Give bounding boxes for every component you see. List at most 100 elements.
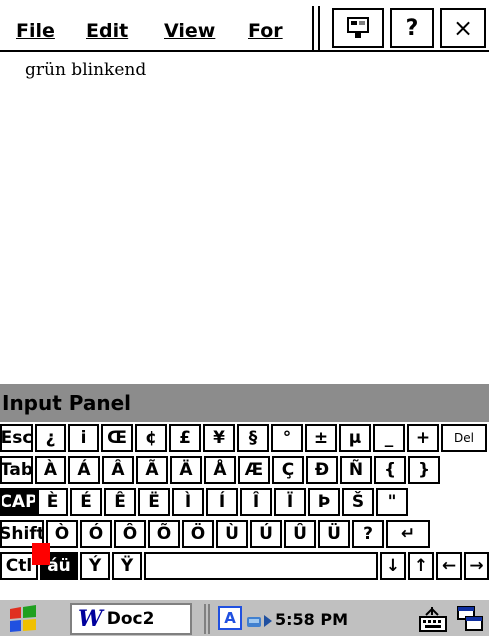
toolbar-button[interactable]	[332, 8, 384, 48]
start-button[interactable]	[6, 604, 58, 634]
key-row3-1[interactable]: È	[37, 488, 68, 516]
menu-bar: File Edit View For ? ×	[0, 0, 489, 52]
key-row4-4[interactable]: Õ	[148, 520, 180, 548]
key-row1-13[interactable]: Del	[441, 424, 487, 452]
windows-flag-icon	[10, 605, 36, 632]
key-row3-7[interactable]: Î	[240, 488, 272, 516]
key-row1-4[interactable]: ¢	[135, 424, 167, 452]
key-row5-6[interactable]: ↑	[408, 552, 434, 580]
input-indicator-letter: A	[224, 609, 236, 627]
key-row2-7[interactable]: Æ	[238, 456, 270, 484]
key-row1-3[interactable]: Œ	[101, 424, 133, 452]
keyboard-toggle-button[interactable]	[418, 604, 450, 634]
key-row2-2[interactable]: Á	[68, 456, 100, 484]
key-space[interactable]	[144, 552, 378, 580]
close-button[interactable]: ×	[440, 8, 486, 48]
key-row1-9[interactable]: ±	[305, 424, 337, 452]
keyboard-row: Esc ¿ i Œ ¢ £ ¥ § ° ± µ _ + Del	[0, 422, 489, 452]
key-row1-8[interactable]: °	[271, 424, 303, 452]
toolbar-separator	[312, 6, 314, 50]
tray-separator	[208, 604, 210, 634]
cursor-marker	[32, 543, 50, 565]
key-row1-5[interactable]: £	[169, 424, 201, 452]
menu-file-label: File	[16, 20, 55, 42]
help-button[interactable]: ?	[390, 8, 434, 48]
key-row5-2[interactable]: Ý	[80, 552, 110, 580]
document-text: grün blinkend	[25, 60, 147, 80]
help-label: ?	[405, 15, 419, 41]
key-row1-12[interactable]: +	[407, 424, 439, 452]
key-row4-5[interactable]: Ö	[182, 520, 214, 548]
word-app-icon: W	[78, 606, 103, 632]
key-row3-5[interactable]: Ì	[172, 488, 204, 516]
key-row4-7[interactable]: Ú	[250, 520, 282, 548]
key-row5-7[interactable]: ←	[436, 552, 462, 580]
key-row3-9[interactable]: Þ	[308, 488, 340, 516]
key-row3-6[interactable]: Í	[206, 488, 238, 516]
key-row3-11[interactable]: "	[376, 488, 408, 516]
key-row5-8[interactable]: →	[464, 552, 489, 580]
windows-switch-icon	[457, 606, 483, 631]
menu-format[interactable]: For	[248, 20, 306, 42]
key-row4-1[interactable]: Ò	[46, 520, 78, 548]
toolbar-separator	[318, 6, 320, 50]
key-row5-3[interactable]: Ÿ	[112, 552, 142, 580]
key-row1-1[interactable]: ¿	[35, 424, 66, 452]
menu-view[interactable]: View	[164, 20, 215, 42]
key-row1-10[interactable]: µ	[339, 424, 371, 452]
key-row4-2[interactable]: Ó	[80, 520, 112, 548]
key-row1-11[interactable]: _	[373, 424, 405, 452]
key-row1-0[interactable]: Esc	[0, 424, 33, 452]
input-panel-title: Input Panel	[0, 384, 489, 422]
menu-format-label: For	[248, 20, 283, 42]
key-row2-3[interactable]: Â	[102, 456, 134, 484]
key-row3-10[interactable]: Š	[342, 488, 374, 516]
input-method-indicator[interactable]: A	[218, 606, 242, 630]
key-row4-10[interactable]: ?	[352, 520, 384, 548]
menu-view-label: View	[164, 20, 216, 42]
key-row1-6[interactable]: ¥	[203, 424, 235, 452]
key-row4-9[interactable]: Ü	[318, 520, 350, 548]
close-icon: ×	[452, 14, 474, 42]
key-row2-9[interactable]: Ð	[306, 456, 338, 484]
taskbar-item-label: Doc2	[106, 609, 155, 629]
key-row2-12[interactable]: }	[408, 456, 440, 484]
keyboard-row: CAP È É Ê Ë Ì Í Î Ï Þ Š "	[0, 486, 489, 516]
menu-file[interactable]: File	[16, 20, 55, 42]
key-row3-4[interactable]: Ë	[138, 488, 170, 516]
key-row3-3[interactable]: Ê	[104, 488, 136, 516]
taskbar-item-doc2[interactable]: W Doc2	[70, 603, 192, 635]
key-row2-10[interactable]: Ñ	[340, 456, 372, 484]
document-area[interactable]: grün blinkend	[0, 52, 489, 384]
key-row4-6[interactable]: Ù	[216, 520, 248, 548]
soft-keyboard: Esc ¿ i Œ ¢ £ ¥ § ° ± µ _ + Del Tab À Á Â Ã Ä Å Æ Ç Ð Ñ{} CAP È É…	[0, 422, 489, 598]
key-row3-8[interactable]: Ï	[274, 488, 306, 516]
key-row3-2[interactable]: É	[70, 488, 102, 516]
key-row2-0[interactable]: Tab	[0, 456, 33, 484]
key-row4-3[interactable]: Ô	[114, 520, 146, 548]
taskbar: W Doc2 A 5:58 PM	[0, 598, 489, 636]
clock[interactable]: 5:58 PM	[275, 610, 348, 629]
key-row1-2[interactable]: i	[68, 424, 99, 452]
tray-separator	[204, 604, 206, 634]
network-icon	[247, 615, 272, 627]
key-row2-1[interactable]: À	[35, 456, 66, 484]
keyboard-icon	[419, 607, 447, 632]
connectivity-icon[interactable]	[246, 604, 274, 634]
keyboard-row: Ctl áü Ý Ÿ ↓ ↑ ← →	[0, 550, 489, 580]
key-row5-5[interactable]: ↓	[380, 552, 406, 580]
key-row4-8[interactable]: Û	[284, 520, 316, 548]
key-row2-4[interactable]: Ã	[136, 456, 168, 484]
key-row2-6[interactable]: Å	[204, 456, 236, 484]
menu-edit[interactable]: Edit	[86, 20, 128, 42]
key-row2-8[interactable]: Ç	[272, 456, 304, 484]
key-row1-7[interactable]: §	[237, 424, 269, 452]
menu-edit-label: Edit	[86, 20, 129, 42]
key-row4-11[interactable]: ↵	[386, 520, 430, 548]
keyboard-row: Tab À Á Â Ã Ä Å Æ Ç Ð Ñ{}	[0, 454, 489, 484]
key-row2-5[interactable]: Ä	[170, 456, 202, 484]
keyboard-row: Shift Ò Ó Ô Õ Ö Ù Ú Û Ü? ↵	[0, 518, 489, 548]
key-row3-0[interactable]: CAP	[0, 488, 37, 516]
switch-window-button[interactable]	[456, 604, 486, 634]
key-row2-11[interactable]: {	[374, 456, 406, 484]
